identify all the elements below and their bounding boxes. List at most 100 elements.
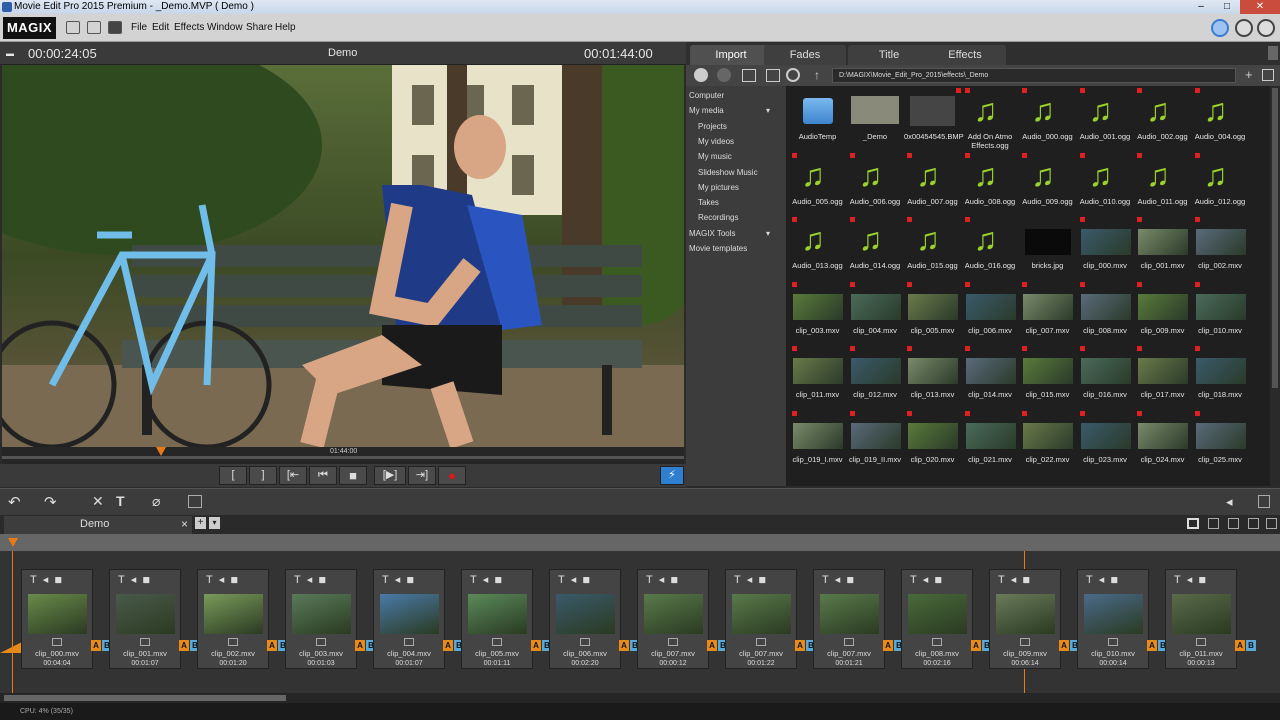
tree-item[interactable]: My music: [698, 152, 732, 161]
file-item[interactable]: clip_022.mxv: [1019, 410, 1076, 475]
file-item[interactable]: AudioTemp: [789, 90, 846, 152]
timeline-clip[interactable]: T◂◾ clip_010.mxv 00:00:14: [1077, 569, 1149, 669]
prev-frame-button[interactable]: ⏮: [309, 466, 337, 485]
file-item[interactable]: clip_019_II.mxv: [847, 410, 904, 475]
timeline-mode-icon[interactable]: [1228, 518, 1239, 529]
menu-share[interactable]: Share: [246, 22, 273, 33]
file-item[interactable]: 0x00454545.BMP: [904, 88, 964, 152]
save-icon[interactable]: [108, 21, 122, 34]
add-icon[interactable]: +: [1245, 67, 1253, 82]
transition-a[interactable]: A: [795, 640, 805, 651]
snapshot-icon[interactable]: [188, 495, 202, 508]
playhead-marker[interactable]: [156, 447, 166, 456]
file-item[interactable]: ♫ Audio_009.ogg: [1019, 152, 1076, 217]
timeline-clip[interactable]: T◂◾ clip_007.mxv 00:01:22: [725, 569, 797, 669]
file-item[interactable]: clip_021.mxv: [962, 410, 1019, 475]
online-icon[interactable]: [1211, 19, 1229, 37]
file-item[interactable]: clip_003.mxv: [789, 281, 846, 346]
transition-a[interactable]: A: [443, 640, 453, 651]
tab-import[interactable]: Import: [690, 45, 772, 65]
tree-item[interactable]: Recordings: [698, 213, 738, 222]
file-item[interactable]: clip_017.mxv: [1134, 346, 1191, 410]
file-item[interactable]: clip_005.mxv: [904, 281, 961, 346]
file-item[interactable]: clip_025.mxv: [1192, 410, 1249, 475]
timeline-clip[interactable]: T◂◾ clip_007.mxv 00:01:21: [813, 569, 885, 669]
menu-help[interactable]: Help: [275, 22, 296, 33]
open-folder-icon[interactable]: [87, 21, 101, 34]
transition-a[interactable]: A: [1059, 640, 1069, 651]
transition-a[interactable]: A: [179, 640, 189, 651]
redo-icon[interactable]: ↷: [44, 493, 57, 511]
timeline-clip[interactable]: T◂◾ clip_007.mxv 00:00:12: [637, 569, 709, 669]
set-in-button[interactable]: [: [219, 466, 247, 485]
transition-a[interactable]: A: [707, 640, 717, 651]
file-item[interactable]: ♫ Audio_002.ogg: [1134, 88, 1191, 152]
file-item[interactable]: ♫ Audio_004.ogg: [1192, 88, 1249, 152]
transition-a[interactable]: A: [971, 640, 981, 651]
next-marker-button[interactable]: ⇥]: [408, 466, 436, 485]
tree-item[interactable]: My videos: [698, 137, 734, 146]
menu-effects[interactable]: Effects: [174, 22, 204, 33]
undo-icon[interactable]: ↶: [8, 493, 21, 511]
tab-effects[interactable]: Effects: [924, 45, 1006, 65]
project-tab-label[interactable]: Demo: [80, 518, 109, 530]
tree-item[interactable]: Computer: [689, 91, 724, 100]
file-item[interactable]: bricks.jpg: [1019, 219, 1076, 281]
file-grid-scrollbar[interactable]: [1270, 86, 1280, 486]
clip-effects-icon[interactable]: [316, 638, 326, 646]
file-item[interactable]: ♫ Add On Atmo Effects.ogg: [962, 88, 1019, 152]
clip-tools[interactable]: T◂◾: [726, 570, 796, 590]
file-item[interactable]: ♫ Audio_000.ogg: [1019, 88, 1076, 152]
tree-expand-icon[interactable]: ▾: [766, 229, 770, 238]
project-menu-button[interactable]: ▾: [209, 517, 220, 529]
turbo-button[interactable]: ⚡: [660, 466, 684, 485]
timeline-scrollbar[interactable]: [0, 693, 1280, 703]
volume-icon[interactable]: ◂: [1226, 494, 1233, 510]
timeline-start-marker[interactable]: [8, 538, 18, 547]
maximize-button[interactable]: □: [1214, 0, 1240, 14]
file-item[interactable]: ♫ Audio_006.ogg: [847, 152, 904, 217]
clip-tools[interactable]: T◂◾: [374, 570, 444, 590]
file-item[interactable]: clip_019_I.mxv: [789, 410, 846, 475]
play-button[interactable]: [▶]: [374, 466, 406, 485]
clip-effects-icon[interactable]: [580, 638, 590, 646]
clip-tools[interactable]: T◂◾: [638, 570, 708, 590]
path-field[interactable]: D:\MAGIX\Movie_Edit_Pro_2015\effects\_De…: [832, 68, 1236, 83]
timeline-clip[interactable]: T◂◾ clip_000.mxv 00:04:04: [21, 569, 93, 669]
timeline-ruler[interactable]: [0, 534, 1280, 551]
file-item[interactable]: clip_023.mxv: [1077, 410, 1134, 475]
clip-tools[interactable]: T◂◾: [1166, 570, 1236, 590]
timeline-clip[interactable]: T◂◾ clip_003.mxv 00:01:03: [285, 569, 357, 669]
tree-item[interactable]: My pictures: [698, 183, 739, 192]
file-item[interactable]: ♫ Audio_013.ogg: [789, 217, 846, 281]
prev-marker-button[interactable]: [⇤: [279, 466, 307, 485]
menu-edit[interactable]: Edit: [152, 22, 169, 33]
transition-a[interactable]: A: [531, 640, 541, 651]
clip-effects-icon[interactable]: [844, 638, 854, 646]
close-window-button[interactable]: ✕: [1240, 0, 1280, 14]
forward-icon[interactable]: [717, 68, 731, 82]
transition-a[interactable]: A: [267, 640, 277, 651]
multicam-mode-icon[interactable]: [1248, 518, 1259, 529]
file-item[interactable]: clip_014.mxv: [962, 346, 1019, 410]
timeline-clip[interactable]: T◂◾ clip_001.mxv 00:01:07: [109, 569, 181, 669]
tab-title[interactable]: Title: [848, 45, 930, 65]
text-title-icon[interactable]: T: [116, 493, 125, 509]
file-item[interactable]: _Demo: [847, 90, 904, 152]
settings-gear-icon[interactable]: [786, 68, 800, 82]
file-item[interactable]: clip_010.mxv: [1192, 281, 1249, 346]
minimize-button[interactable]: –: [1188, 0, 1214, 14]
file-item[interactable]: ♫ Audio_014.ogg: [847, 217, 904, 281]
add-project-button[interactable]: +: [195, 517, 206, 529]
timeline-clip[interactable]: T◂◾ clip_006.mxv 00:02:20: [549, 569, 621, 669]
file-item[interactable]: ♫ Audio_010.ogg: [1077, 152, 1134, 217]
tree-item[interactable]: Slideshow Music: [698, 168, 758, 177]
timeline-clip[interactable]: T◂◾ clip_009.mxv 00:06:14: [989, 569, 1061, 669]
clip-tools[interactable]: T◂◾: [198, 570, 268, 590]
timeline-clip[interactable]: T◂◾ clip_002.mxv 00:01:20: [197, 569, 269, 669]
file-item[interactable]: clip_018.mxv: [1192, 346, 1249, 410]
clip-tools[interactable]: T◂◾: [462, 570, 532, 590]
file-item[interactable]: clip_007.mxv: [1019, 281, 1076, 346]
clip-tools[interactable]: T◂◾: [1078, 570, 1148, 590]
clip-effects-icon[interactable]: [1196, 638, 1206, 646]
